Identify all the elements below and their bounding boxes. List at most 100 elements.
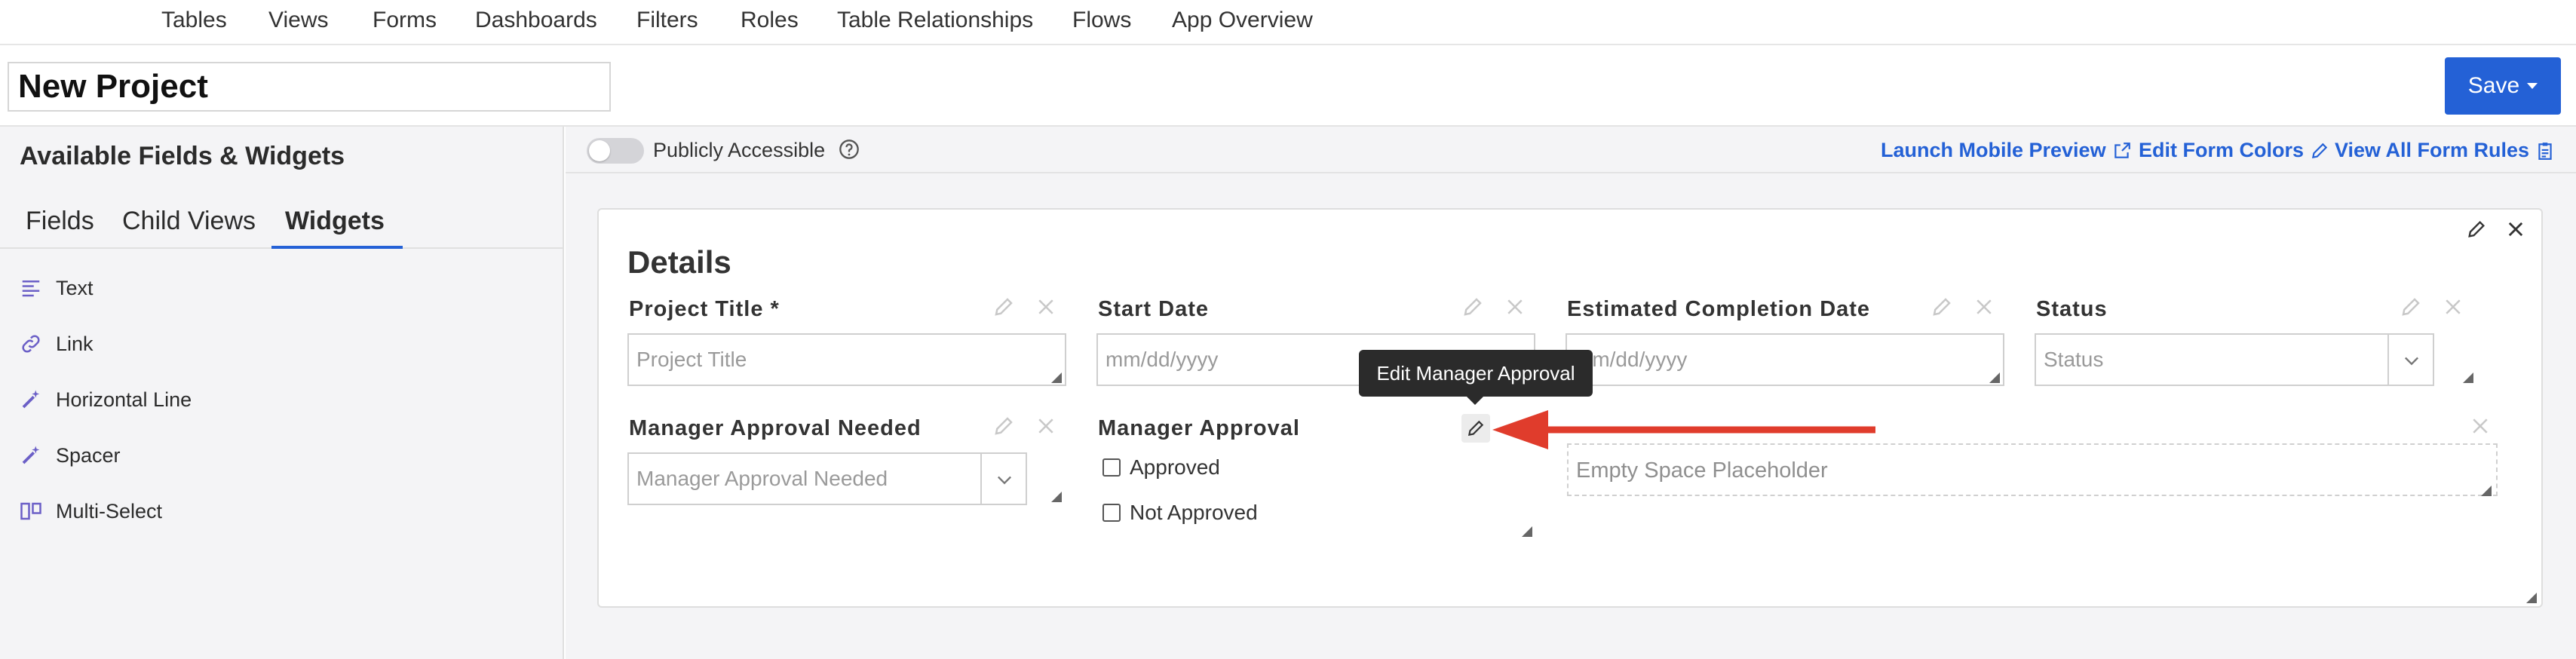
edit-form-colors-link[interactable]: Edit Form Colors	[2139, 139, 2329, 162]
checkbox[interactable]	[1102, 458, 1121, 477]
widget-spacer[interactable]: Spacer	[20, 440, 121, 470]
nav-forms[interactable]: Forms	[373, 8, 437, 33]
close-icon[interactable]	[2469, 415, 2492, 437]
checkbox[interactable]	[1102, 504, 1121, 522]
widget-label: Multi-Select	[56, 499, 163, 523]
status-placeholder: Status	[2044, 348, 2104, 371]
close-icon[interactable]	[1035, 415, 1057, 437]
manager-needed-placeholder: Manager Approval Needed	[636, 467, 888, 490]
resize-handle-icon[interactable]	[2463, 372, 2473, 383]
link-label: View All Form Rules	[2335, 139, 2530, 161]
form-toolbar: Publicly Accessible Launch Mobile Previe…	[566, 127, 2576, 173]
pencil-icon	[1467, 420, 1484, 437]
nav-table-relationships[interactable]: Table Relationships	[837, 8, 1033, 33]
widget-text[interactable]: Text	[20, 273, 94, 303]
resize-handle-icon[interactable]	[1051, 372, 1062, 383]
widget-label: Link	[56, 332, 94, 355]
link-label: Launch Mobile Preview	[1881, 139, 2106, 161]
view-all-form-rules-link[interactable]: View All Form Rules	[2335, 139, 2555, 162]
resize-handle-icon[interactable]	[2526, 593, 2537, 603]
project-name-input[interactable]: New Project	[8, 62, 611, 112]
chevron-down-icon	[2405, 357, 2418, 366]
link-icon	[22, 335, 40, 353]
widget-link[interactable]: Link	[20, 329, 94, 359]
annotation-arrow	[1492, 410, 1875, 449]
close-icon[interactable]	[2505, 219, 2526, 240]
link-label: Edit Form Colors	[2139, 139, 2305, 161]
tab-fields[interactable]: Fields	[26, 199, 94, 249]
empty-space-placeholder[interactable]: Empty Space Placeholder	[1567, 443, 2498, 496]
project-title-input[interactable]: Project Title	[627, 333, 1066, 386]
external-link-icon	[2114, 142, 2130, 158]
tab-child-views[interactable]: Child Views	[122, 199, 256, 249]
title-bar: New Project Save	[0, 47, 2576, 127]
magic-wand-icon	[22, 390, 40, 409]
field-label: Status	[2036, 297, 2108, 321]
chevron-down-icon	[998, 476, 1011, 485]
align-left-icon	[22, 280, 40, 297]
widget-label: Spacer	[56, 443, 121, 467]
pencil-icon[interactable]	[992, 296, 1015, 318]
field-label: Project Title *	[629, 297, 780, 321]
pencil-icon[interactable]	[2466, 219, 2487, 240]
pencil-icon[interactable]	[1461, 296, 1484, 318]
manager-approval-needed-select[interactable]: Manager Approval Needed	[627, 452, 1027, 505]
resize-handle-icon[interactable]	[1522, 526, 1532, 537]
pencil-icon[interactable]	[992, 415, 1015, 437]
status-select[interactable]: Status	[2035, 333, 2434, 386]
magic-wand-icon	[22, 446, 40, 464]
pencil-icon[interactable]	[1930, 296, 1953, 318]
estimated-completion-input[interactable]: mm/dd/yyyy	[1566, 333, 2004, 386]
sidebar-heading: Available Fields & Widgets	[20, 142, 345, 170]
nav-flows[interactable]: Flows	[1072, 8, 1131, 33]
widget-multi-select[interactable]: Multi-Select	[20, 496, 162, 526]
clipboard-icon	[2538, 142, 2552, 160]
select-divider	[980, 454, 982, 504]
nav-tables[interactable]: Tables	[161, 8, 227, 33]
save-button[interactable]: Save	[2445, 57, 2561, 115]
select-divider	[2387, 335, 2389, 385]
tab-widgets[interactable]: Widgets	[271, 199, 403, 249]
checkbox-label: Approved	[1130, 455, 1220, 479]
form-section-card: Details Project Title * Project Title St…	[597, 208, 2543, 608]
columns-icon	[20, 502, 41, 520]
nav-app-overview[interactable]: App Overview	[1172, 8, 1313, 33]
help-circle-icon[interactable]	[839, 139, 860, 160]
checkbox-not-approved[interactable]: Not Approved	[1102, 501, 1258, 525]
nav-roles[interactable]: Roles	[741, 8, 799, 33]
checkbox-approved[interactable]: Approved	[1102, 455, 1220, 480]
widget-label: Text	[56, 276, 94, 299]
close-icon[interactable]	[1973, 296, 1995, 318]
close-icon[interactable]	[2442, 296, 2464, 318]
launch-mobile-preview-link[interactable]: Launch Mobile Preview	[1881, 139, 2132, 162]
top-nav: Tables Views Forms Dashboards Filters Ro…	[0, 0, 2576, 45]
nav-dashboards[interactable]: Dashboards	[475, 8, 597, 33]
resize-handle-icon[interactable]	[1989, 372, 2000, 383]
widget-label: Horizontal Line	[56, 388, 192, 411]
save-label: Save	[2467, 73, 2520, 98]
public-toggle[interactable]	[587, 138, 644, 164]
widget-horizontal-line[interactable]: Horizontal Line	[20, 385, 192, 415]
nav-views[interactable]: Views	[268, 8, 328, 33]
close-icon[interactable]	[1035, 296, 1057, 318]
caret-down-icon	[2527, 83, 2538, 89]
sidebar-tabs: Fields Child Views Widgets	[0, 199, 564, 249]
field-label: Estimated Completion Date	[1567, 297, 1871, 321]
public-label: Publicly Accessible	[653, 139, 826, 161]
field-label: Start Date	[1098, 297, 1209, 321]
edit-manager-approval-button[interactable]	[1461, 414, 1490, 443]
checkbox-label: Not Approved	[1130, 501, 1258, 524]
tooltip-arrow	[1467, 397, 1483, 405]
field-label: Manager Approval Needed	[629, 416, 922, 440]
field-label: Manager Approval	[1098, 416, 1300, 440]
tooltip: Edit Manager Approval	[1359, 350, 1593, 397]
pencil-icon[interactable]	[2400, 296, 2422, 318]
close-icon[interactable]	[1504, 296, 1526, 318]
resize-handle-icon[interactable]	[2481, 486, 2492, 496]
nav-filters[interactable]: Filters	[636, 8, 698, 33]
resize-handle-icon[interactable]	[1051, 492, 1062, 502]
section-title: Details	[627, 244, 731, 280]
toggle-knob	[589, 140, 610, 161]
pencil-icon	[2311, 143, 2328, 158]
sidebar: Available Fields & Widgets Fields Child …	[0, 127, 564, 659]
